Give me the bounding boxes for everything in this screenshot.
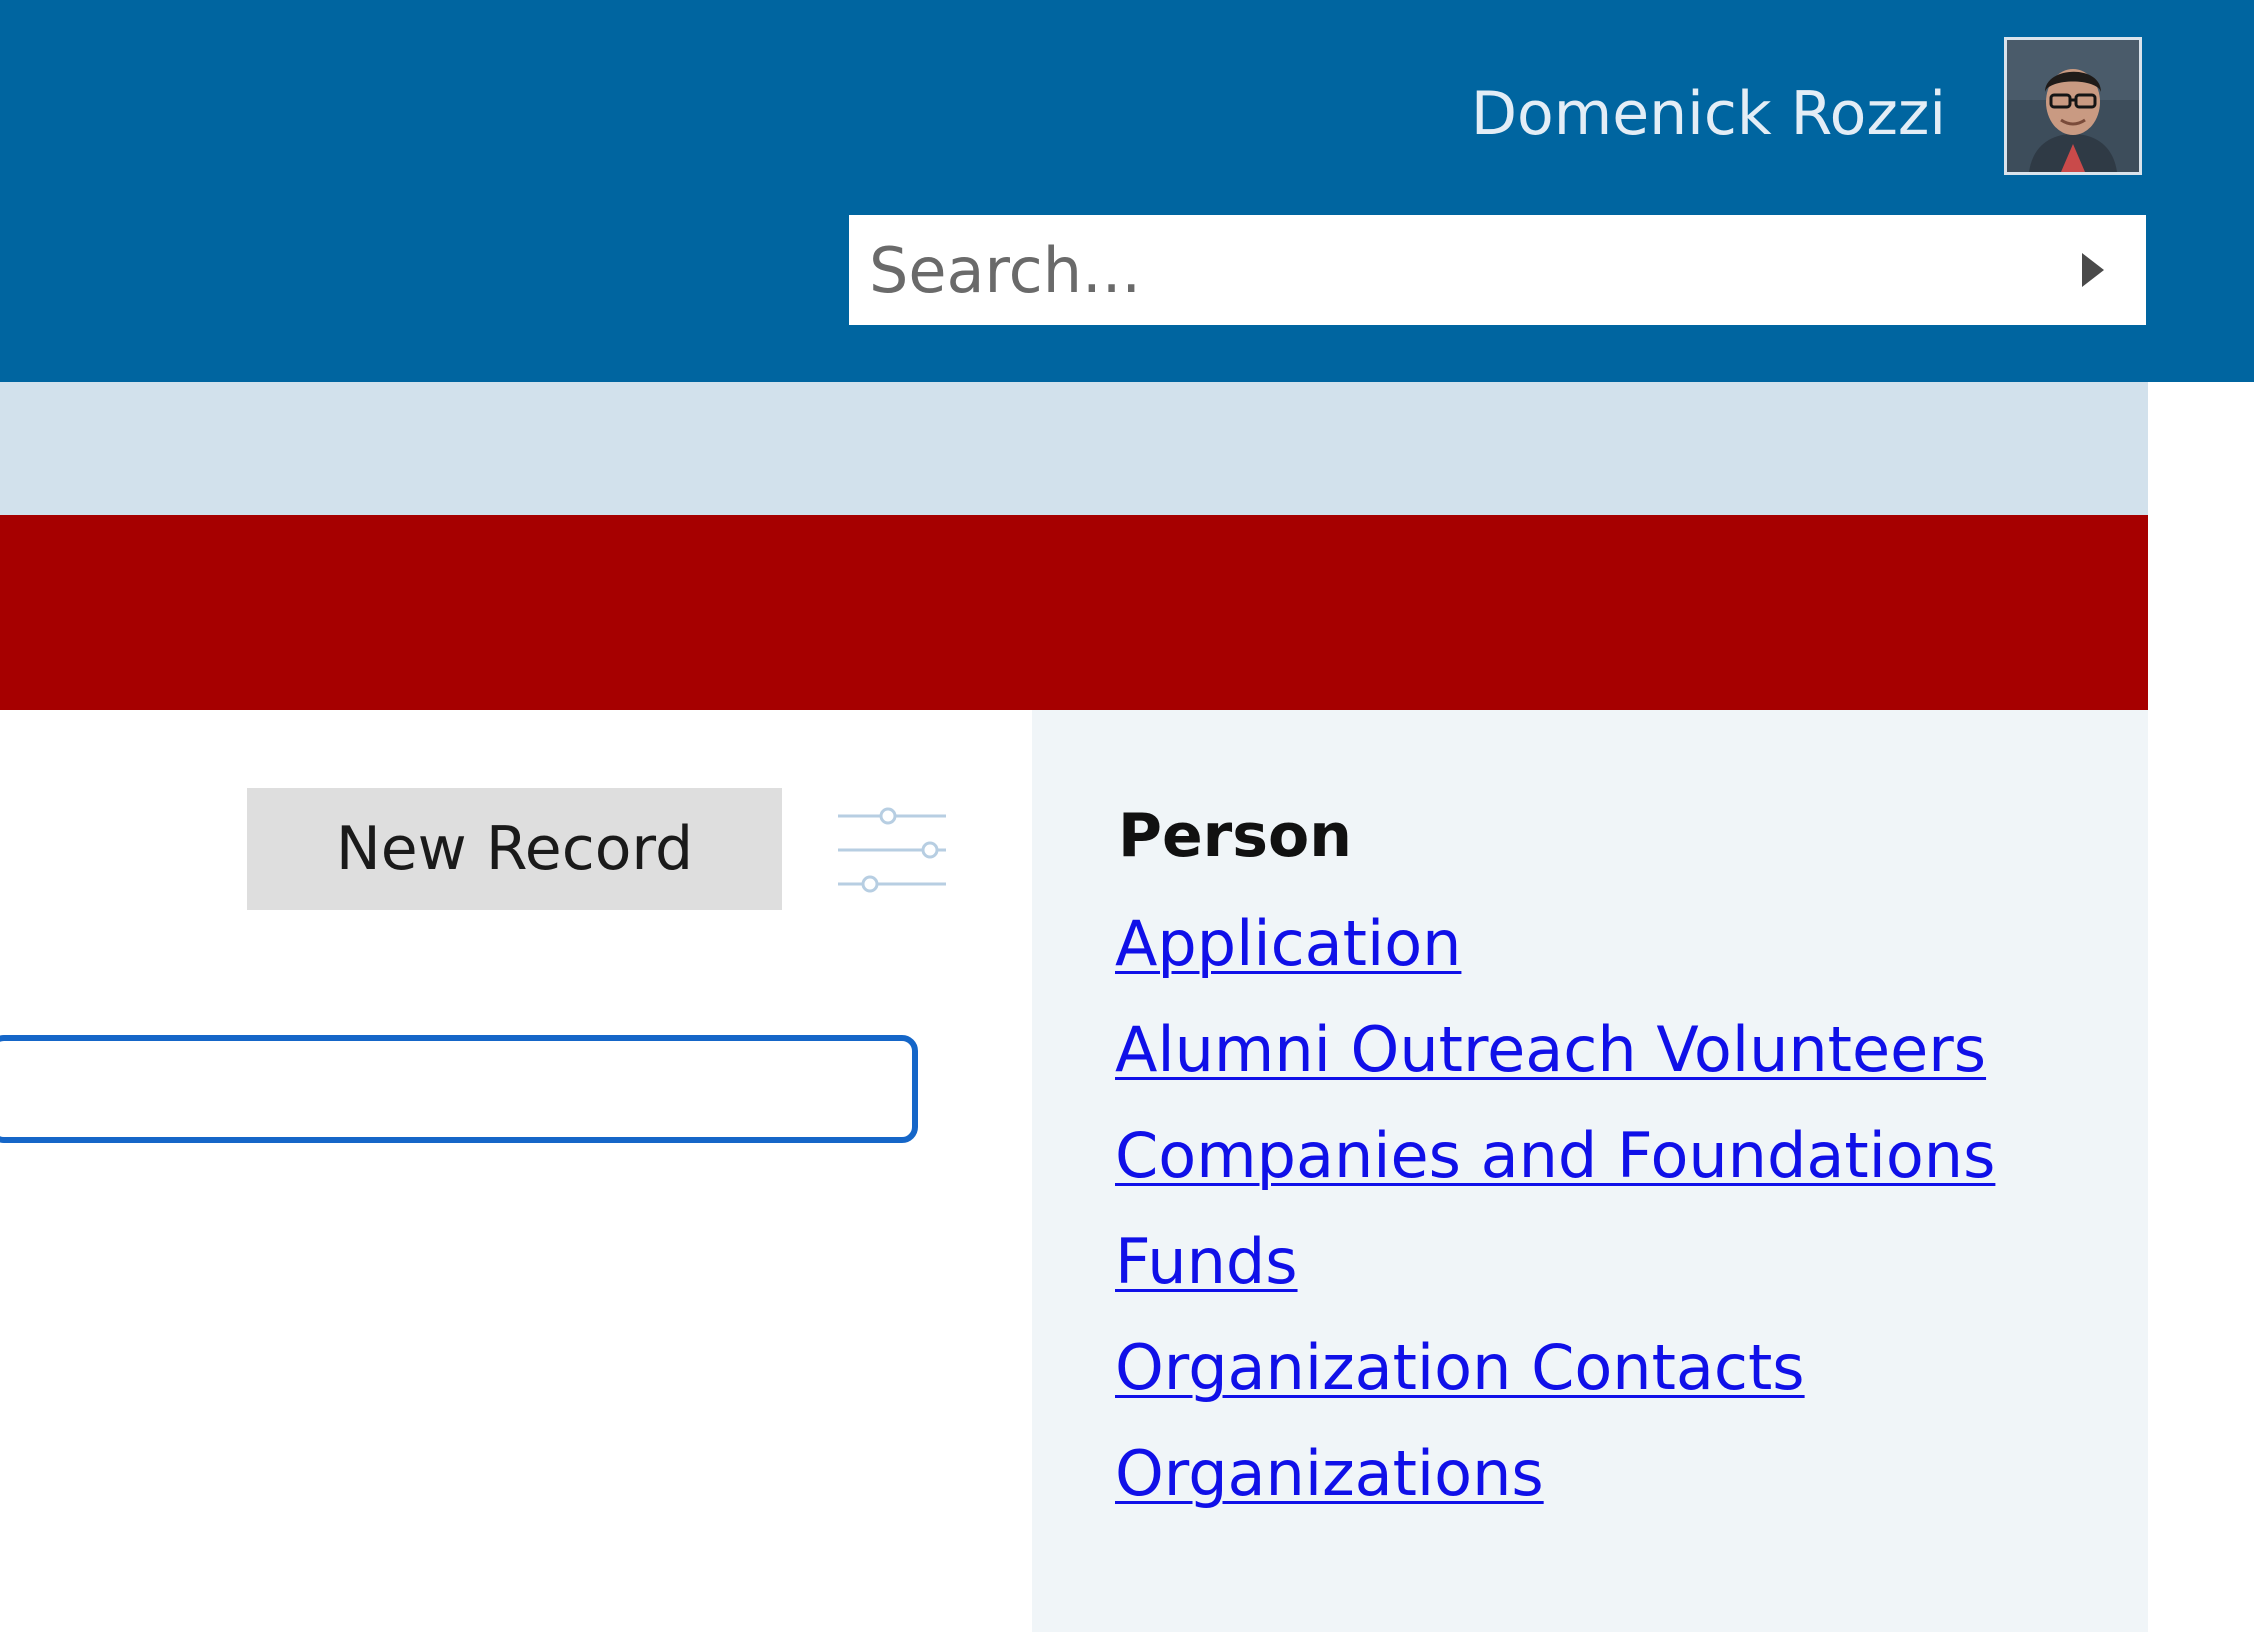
list-item: Companies and Foundations — [1115, 1114, 1995, 1220]
list-item: Alumni Outreach Volunteers — [1115, 1008, 1995, 1114]
new-record-button[interactable]: New Record — [247, 788, 782, 910]
link-organizations[interactable]: Organizations — [1115, 1437, 1544, 1510]
search-input[interactable] — [849, 215, 2029, 325]
record-type-list: Application Alumni Outreach Volunteers C… — [1115, 902, 1995, 1538]
list-item: Application — [1115, 902, 1995, 1008]
accent-banner — [0, 515, 2148, 710]
avatar-photo — [2007, 40, 2139, 172]
link-funds[interactable]: Funds — [1115, 1225, 1298, 1298]
sliders-icon[interactable] — [836, 806, 948, 894]
list-item: Organization Contacts — [1115, 1326, 1995, 1432]
link-application[interactable]: Application — [1115, 907, 1461, 980]
user-avatar[interactable] — [2004, 37, 2142, 175]
filter-settings-icon — [838, 807, 946, 893]
top-header: Domenick Rozzi — [0, 0, 2254, 382]
link-organization-contacts[interactable]: Organization Contacts — [1115, 1331, 1805, 1404]
record-search-field[interactable] — [0, 1035, 918, 1143]
link-companies-and-foundations[interactable]: Companies and Foundations — [1115, 1119, 1995, 1192]
user-name[interactable]: Domenick Rozzi — [1471, 78, 1946, 150]
search-submit-icon[interactable] — [2066, 245, 2116, 295]
link-alumni-outreach-volunteers[interactable]: Alumni Outreach Volunteers — [1115, 1013, 1986, 1086]
subnav-band — [0, 382, 2148, 515]
list-item: Funds — [1115, 1220, 1995, 1326]
list-item: Organizations — [1115, 1432, 1995, 1538]
panel-heading: Person — [1118, 801, 1352, 871]
global-search — [849, 215, 2146, 325]
triangle-right-icon — [2082, 253, 2104, 287]
